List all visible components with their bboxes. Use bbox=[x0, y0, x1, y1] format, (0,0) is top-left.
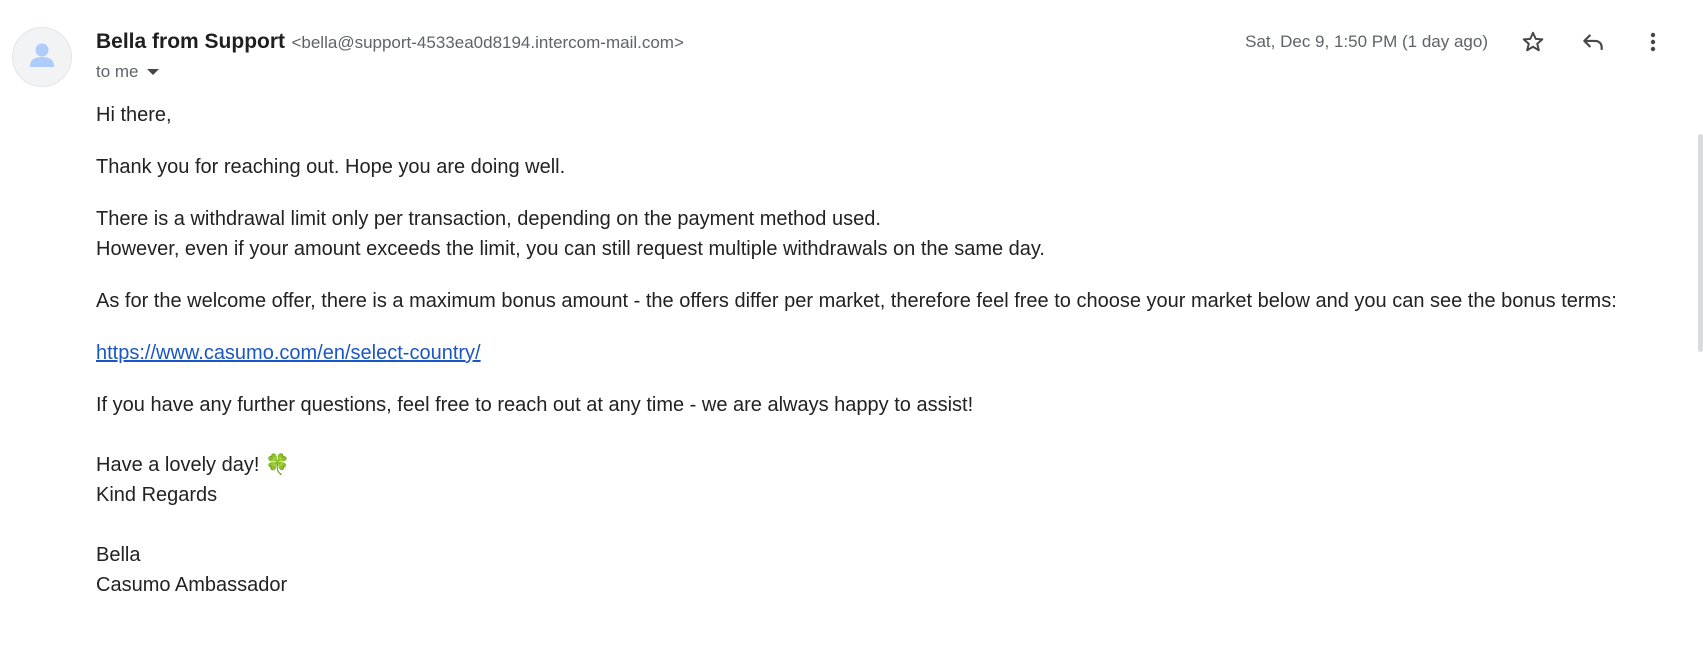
star-icon bbox=[1522, 31, 1544, 52]
paragraph-thanks: Thank you for reaching out. Hope you are… bbox=[96, 156, 566, 178]
person-icon bbox=[30, 43, 54, 67]
signature-title: Casumo Ambassador bbox=[96, 574, 288, 596]
signoff-line-2: Kind Regards bbox=[96, 484, 218, 506]
paragraph-withdrawal: There is a withdrawal limit only per tra… bbox=[96, 204, 1676, 264]
four-leaf-clover-icon: 🍀 bbox=[264, 454, 290, 476]
reply-button[interactable] bbox=[1573, 22, 1613, 62]
reply-icon bbox=[1583, 34, 1603, 51]
more-vert-icon bbox=[1650, 32, 1656, 52]
scrollbar[interactable] bbox=[1698, 134, 1703, 352]
avatar[interactable] bbox=[12, 27, 72, 87]
sender-email: <bella@support-4533ea0d8194.intercom-mai… bbox=[291, 33, 684, 52]
paragraph-welcome-offer: As for the welcome offer, there is a max… bbox=[96, 290, 1617, 312]
star-button[interactable] bbox=[1513, 22, 1553, 62]
message-timestamp: Sat, Dec 9, 1:50 PM (1 day ago) bbox=[1245, 32, 1488, 51]
caret-down-icon[interactable] bbox=[146, 69, 159, 75]
withdrawal-line-1: There is a withdrawal limit only per tra… bbox=[96, 208, 881, 230]
message-body: Hi there, Thank you for reaching out. Ho… bbox=[96, 100, 1676, 622]
recipient-details-toggle[interactable]: to me bbox=[96, 60, 159, 84]
sender-name[interactable]: Bella from Support bbox=[96, 30, 285, 53]
select-country-link[interactable]: https://www.casumo.com/en/select-country… bbox=[96, 342, 481, 364]
more-options-button[interactable] bbox=[1633, 22, 1673, 62]
signature: Bella Casumo Ambassador bbox=[96, 540, 1676, 600]
signoff: Have a lovely day! 🍀 Kind Regards bbox=[96, 450, 1676, 510]
greeting: Hi there, bbox=[96, 104, 172, 126]
recipient-label: to me bbox=[96, 62, 139, 81]
withdrawal-line-2: However, even if your amount exceeds the… bbox=[96, 238, 1045, 260]
paragraph-further-questions: If you have any further questions, feel … bbox=[96, 394, 974, 416]
sender-line: Bella from Support <bella@support-4533ea… bbox=[96, 30, 684, 56]
signoff-line-1: Have a lovely day! bbox=[96, 454, 260, 476]
link-paragraph: https://www.casumo.com/en/select-country… bbox=[96, 338, 1676, 368]
signature-name: Bella bbox=[96, 544, 141, 566]
